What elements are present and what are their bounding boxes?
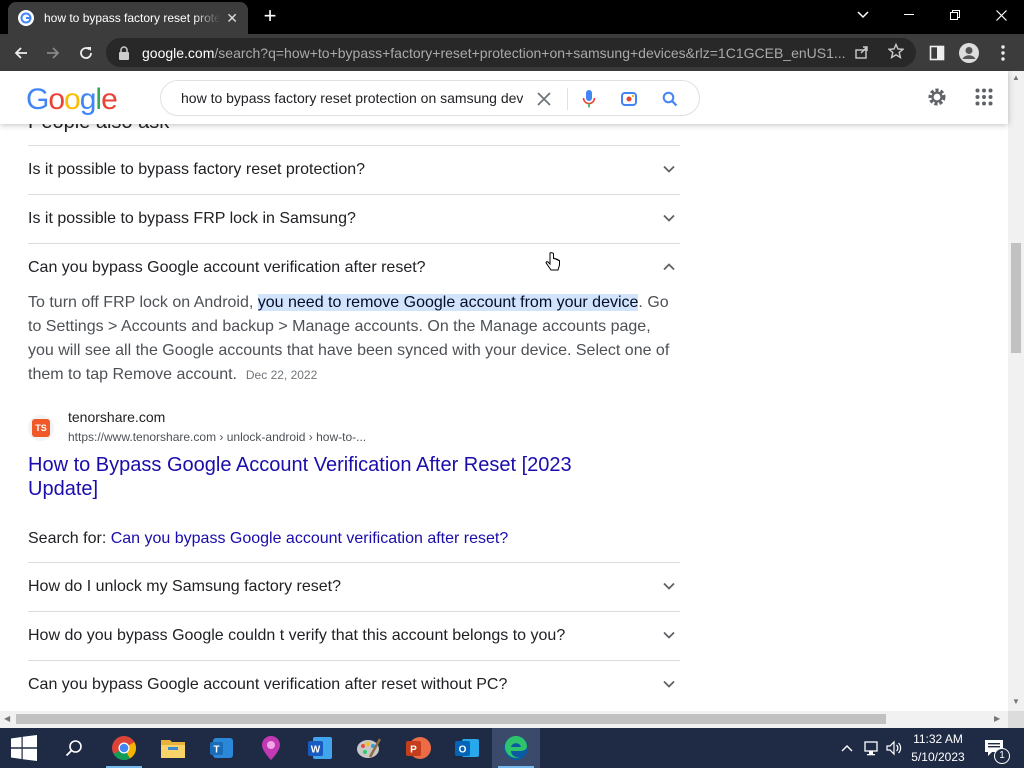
url-text: google.com/search?q=how+to+bypass+factor… xyxy=(142,44,846,61)
tab-strip: how to bypass factory reset protection o… xyxy=(0,0,1024,34)
vertical-scroll-thumb[interactable] xyxy=(1011,243,1021,353)
clock-date: 5/10/2023 xyxy=(911,750,965,764)
settings-gear-icon[interactable] xyxy=(926,86,948,113)
network-icon[interactable] xyxy=(861,728,883,768)
chevron-down-icon xyxy=(663,631,675,639)
svg-text:T: T xyxy=(213,745,219,756)
forward-button[interactable] xyxy=(40,40,66,66)
search-query-text: how to bypass factory reset protection o… xyxy=(181,90,523,106)
minimize-button[interactable] xyxy=(886,0,932,30)
tab-search-chevron-icon[interactable] xyxy=(840,0,886,30)
paa-question-expanded[interactable]: Can you bypass Google account verificati… xyxy=(28,243,680,292)
browser-toolbar: google.com/search?q=how+to+bypass+factor… xyxy=(0,34,1024,71)
paa-question[interactable]: Is it possible to bypass FRP lock in Sam… xyxy=(28,194,680,243)
paa-question-text: Can you bypass Google account verificati… xyxy=(28,676,508,693)
source-site[interactable]: tenorshare.com xyxy=(68,409,165,425)
paa-question[interactable]: Can you bypass Google account verificati… xyxy=(28,660,680,709)
chevron-down-icon xyxy=(663,680,675,688)
svg-text:P: P xyxy=(410,745,417,756)
reload-button[interactable] xyxy=(73,40,99,66)
paa-question-text: How do you bypass Google couldn t verify… xyxy=(28,627,566,644)
chevron-down-icon xyxy=(663,214,675,222)
source-title-link[interactable]: How to Bypass Google Account Verificatio… xyxy=(28,453,608,501)
word-icon[interactable]: W xyxy=(296,728,344,768)
paa-question[interactable]: Is it possible to bypass factory reset p… xyxy=(28,145,680,194)
volume-icon[interactable] xyxy=(884,728,904,768)
edge-icon[interactable] xyxy=(492,728,540,768)
profile-avatar-icon[interactable] xyxy=(956,40,982,66)
scroll-down-icon[interactable]: ▼ xyxy=(1012,697,1020,706)
close-window-button[interactable] xyxy=(978,0,1024,30)
clock-time: 11:32 AM xyxy=(913,732,963,746)
taskbar-search-icon[interactable] xyxy=(50,728,98,768)
powerpoint-icon[interactable]: P xyxy=(394,728,442,768)
search-input[interactable]: how to bypass factory reset protection o… xyxy=(160,80,700,116)
image-search-icon[interactable] xyxy=(618,88,640,110)
share-icon[interactable] xyxy=(854,44,870,65)
clear-search-icon[interactable] xyxy=(533,88,555,110)
svg-text:O: O xyxy=(459,745,467,756)
chevron-down-icon xyxy=(663,165,675,173)
paa-question-text: How do I unlock my Samsung factory reset… xyxy=(28,578,342,595)
teams-icon[interactable]: T xyxy=(198,728,246,768)
chevron-up-icon xyxy=(663,263,675,271)
taskbar-clock[interactable]: 11:32 AM 5/10/2023 xyxy=(906,730,970,766)
address-bar[interactable]: google.com/search?q=how+to+bypass+factor… xyxy=(106,38,916,67)
paa-question-text: Is it possible to bypass FRP lock in Sam… xyxy=(28,210,356,227)
paa-question[interactable]: How do I unlock my Samsung factory reset… xyxy=(28,562,680,611)
vertical-scrollbar[interactable]: ▲ ▼ xyxy=(1008,71,1024,711)
file-explorer-icon[interactable] xyxy=(149,728,197,768)
horizontal-scroll-thumb[interactable] xyxy=(16,714,886,724)
horizontal-scrollbar[interactable]: ◀ ▶ xyxy=(0,711,1008,728)
tenorshare-favicon-icon: TS xyxy=(28,415,54,441)
answer-highlight: you need to remove Google account from y… xyxy=(257,294,639,311)
maps-icon[interactable] xyxy=(247,728,295,768)
bookmark-star-icon[interactable] xyxy=(887,42,905,64)
windows-taskbar: T W P O 11:32 AM 5/10/2023 1 xyxy=(0,728,1024,768)
browser-tab[interactable]: how to bypass factory reset protection o… xyxy=(8,2,248,34)
notification-center-icon[interactable]: 1 xyxy=(980,728,1010,768)
paa-question[interactable]: How do you bypass Google couldn t verify… xyxy=(28,611,680,660)
tab-title: how to bypass factory reset protection o… xyxy=(44,11,220,25)
browser-menu-icon[interactable] xyxy=(990,40,1016,66)
outlook-icon[interactable]: O xyxy=(443,728,491,768)
paa-answer: To turn off FRP lock on Android, you nee… xyxy=(28,294,670,383)
answer-date: Dec 22, 2022 xyxy=(245,368,318,382)
new-tab-button[interactable]: + xyxy=(258,4,282,28)
search-for-link[interactable]: Can you bypass Google account verificati… xyxy=(111,530,509,547)
tab-close-icon[interactable]: ✕ xyxy=(226,10,238,27)
svg-text:W: W xyxy=(311,745,321,756)
search-icon[interactable] xyxy=(659,88,681,110)
search-divider xyxy=(567,88,568,110)
chevron-down-icon xyxy=(663,582,675,590)
restore-button[interactable] xyxy=(932,0,978,30)
chrome-icon[interactable] xyxy=(100,728,148,768)
side-panel-icon[interactable] xyxy=(924,40,950,66)
paint-icon[interactable] xyxy=(345,728,393,768)
apps-grid-icon[interactable] xyxy=(975,88,993,111)
google-logo[interactable]: Google xyxy=(26,83,118,117)
scroll-left-icon[interactable]: ◀ xyxy=(4,714,10,723)
google-favicon-icon xyxy=(18,10,34,26)
notification-count-badge: 1 xyxy=(994,748,1010,764)
scroll-up-icon[interactable]: ▲ xyxy=(1012,73,1020,82)
start-icon[interactable] xyxy=(0,728,48,768)
scroll-right-icon[interactable]: ▶ xyxy=(994,714,1000,723)
mouse-cursor-icon xyxy=(545,252,561,279)
paa-question-text: Can you bypass Google account verificati… xyxy=(28,259,426,276)
search-for: Search for: Can you bypass Google accoun… xyxy=(28,530,509,547)
lock-icon xyxy=(119,45,129,60)
tray-overflow-chevron-icon[interactable] xyxy=(838,728,856,768)
back-button[interactable] xyxy=(8,40,34,66)
voice-search-icon[interactable] xyxy=(578,88,600,110)
google-header: Google how to bypass factory reset prote… xyxy=(0,71,1008,124)
scroll-corner xyxy=(1008,711,1024,728)
paa-question-text: Is it possible to bypass factory reset p… xyxy=(28,161,366,178)
source-url[interactable]: https://www.tenorshare.com › unlock-andr… xyxy=(68,430,366,444)
